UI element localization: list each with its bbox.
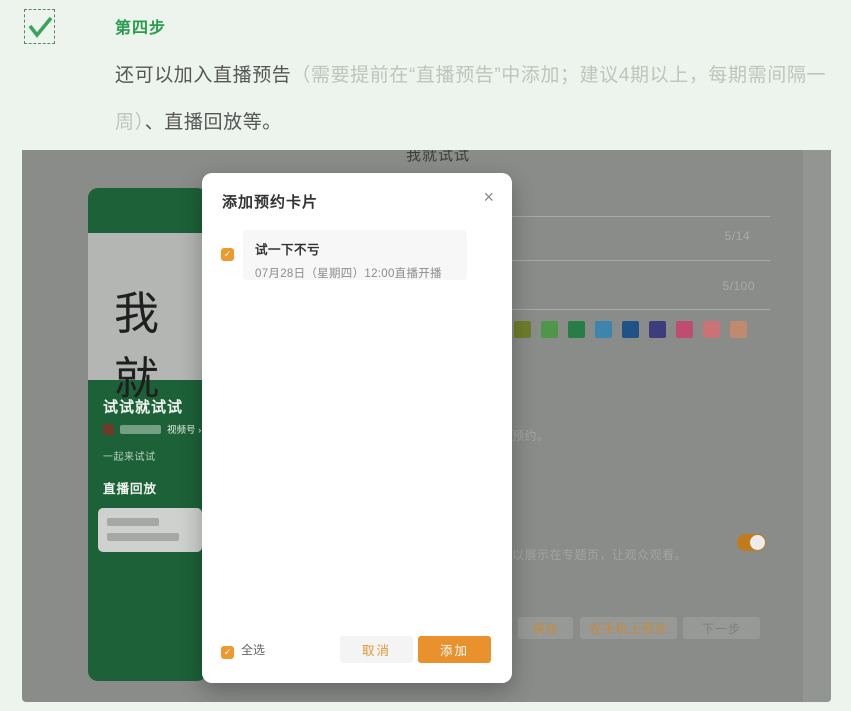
toggle-knob bbox=[750, 535, 765, 550]
account-name: 试试就试试 bbox=[103, 396, 183, 417]
hint-text-partial: 预约。 bbox=[512, 427, 550, 444]
display-toggle[interactable] bbox=[737, 534, 766, 551]
color-swatch[interactable] bbox=[676, 321, 693, 338]
cancel-button[interactable]: 取消 bbox=[340, 636, 413, 663]
redacted-line bbox=[107, 533, 179, 541]
page-title-clipped: 我就试试 bbox=[406, 150, 536, 174]
page-gutter bbox=[803, 150, 831, 702]
color-swatch[interactable] bbox=[541, 321, 558, 338]
phone-preview: 我就 试试就试试 视频号 › 一起来试试 直播回放 bbox=[88, 188, 207, 681]
step-check-icon bbox=[24, 9, 55, 44]
color-swatch[interactable] bbox=[622, 321, 639, 338]
color-swatch[interactable] bbox=[514, 321, 531, 338]
save-button[interactable]: 保存 bbox=[518, 617, 573, 639]
desc-char-counter: 5/100 bbox=[722, 279, 755, 293]
title-char-counter: 5/14 bbox=[725, 229, 750, 243]
cover-image-area: 我就 bbox=[88, 233, 207, 380]
select-all-checkbox[interactable]: ✓ bbox=[221, 646, 234, 659]
step-body: 还可以加入直播预告（需要提前在“直播预告”中添加；建议4期以上，每期需间隔一周）… bbox=[115, 52, 830, 146]
add-button[interactable]: 添加 bbox=[418, 636, 491, 663]
chevron-right-icon: › bbox=[198, 425, 201, 436]
replay-card bbox=[98, 508, 202, 552]
close-icon[interactable]: × bbox=[483, 188, 494, 206]
channel-link[interactable]: 视频号 › bbox=[167, 422, 201, 436]
display-note: 以展示在专题页，让观众观看。 bbox=[512, 546, 687, 563]
add-reservation-modal: 添加预约卡片 × ✓ 试一下不亏 07月28日（星期四）12:00直播开播 ✓ … bbox=[202, 173, 512, 683]
cover-text: 我就 bbox=[114, 277, 207, 407]
reservation-item[interactable]: 试一下不亏 07月28日（星期四）12:00直播开播 bbox=[243, 230, 467, 280]
embedded-screenshot: 我就试试 5/14 5/100 预约。 以展示在专题页，让观众观看。 保存 在手… bbox=[22, 150, 831, 702]
color-swatch[interactable] bbox=[649, 321, 666, 338]
color-swatch[interactable] bbox=[595, 321, 612, 338]
reservation-title: 试一下不亏 bbox=[255, 239, 455, 258]
field-divider bbox=[512, 309, 770, 310]
redacted-line bbox=[107, 518, 159, 526]
check-icon: ✓ bbox=[224, 250, 232, 259]
check-icon: ✓ bbox=[224, 648, 232, 657]
replay-section-title: 直播回放 bbox=[103, 478, 157, 497]
field-divider bbox=[512, 260, 770, 261]
avatar bbox=[103, 424, 114, 435]
modal-title: 添加预约卡片 bbox=[222, 191, 318, 212]
field-divider bbox=[512, 216, 770, 217]
account-subtitle: 一起来试试 bbox=[103, 448, 156, 463]
preview-on-phone-button[interactable]: 在手机上预览 bbox=[580, 617, 677, 639]
select-all-label: 全选 bbox=[241, 641, 265, 658]
step-body-tail: 、直播回放等。 bbox=[145, 112, 282, 133]
next-step-button[interactable]: 下一步 bbox=[683, 617, 760, 639]
color-swatch[interactable] bbox=[730, 321, 747, 338]
item-checkbox[interactable]: ✓ bbox=[221, 248, 234, 261]
step-title: 第四步 bbox=[115, 14, 166, 38]
color-swatch-row bbox=[514, 321, 747, 338]
redacted-username bbox=[120, 425, 161, 434]
color-swatch[interactable] bbox=[703, 321, 720, 338]
account-row: 视频号 › bbox=[103, 423, 203, 435]
step-body-main: 还可以加入直播预告 bbox=[115, 65, 291, 86]
color-swatch[interactable] bbox=[568, 321, 585, 338]
reservation-time: 07月28日（星期四）12:00直播开播 bbox=[255, 265, 455, 281]
checkmark-icon bbox=[27, 14, 53, 40]
